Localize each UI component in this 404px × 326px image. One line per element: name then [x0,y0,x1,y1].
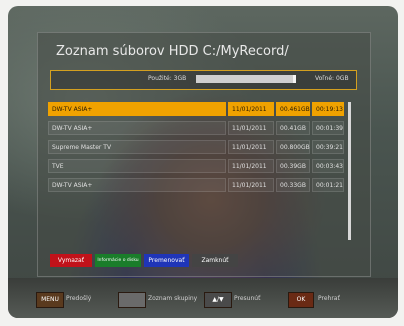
file-row[interactable]: DW-TV ASIA+ 11/01/2011 00.461GB 00:19:13 [48,102,344,116]
file-duration: 00:39:21 [312,140,344,154]
file-name: Supreme Master TV [48,140,226,154]
file-duration: 00:01:39 [312,121,344,135]
file-date: 11/01/2011 [228,102,274,116]
file-row[interactable]: TVE 11/01/2011 00.39GB 00:03:43 [48,159,344,173]
arrows-hint-label: Presunúť [234,295,261,302]
file-size: 00.41GB [276,121,310,135]
disk-usage-bar [196,75,296,83]
file-size: 00.39GB [276,159,310,173]
file-size: 00.800GB [276,140,310,154]
ok-hint-label: Prehrať [318,295,340,302]
list-scrollbar[interactable] [348,102,351,240]
file-row[interactable]: Supreme Master TV 11/01/2011 00.800GB 00… [48,140,344,154]
file-name: DW-TV ASIA+ [48,102,226,116]
file-row[interactable]: DW-TV ASIA+ 11/01/2011 00.33GB 00:01:21 [48,178,344,192]
page-title: Zoznam súborov HDD C:/MyRecord/ [56,44,289,59]
rename-button[interactable]: Premenovať [144,254,189,267]
file-row[interactable]: DW-TV ASIA+ 11/01/2011 00.41GB 00:01:39 [48,121,344,135]
file-list: DW-TV ASIA+ 11/01/2011 00.461GB 00:19:13… [48,102,351,242]
arrows-key[interactable]: ▲/▼ [204,292,232,308]
file-size: 00.461GB [276,102,310,116]
file-date: 11/01/2011 [228,159,274,173]
used-space-label: Použité: 3GB [148,75,187,82]
file-date: 11/01/2011 [228,140,274,154]
ok-key[interactable]: OK [288,292,314,308]
disk-info-button[interactable]: Informácie o disku [95,254,141,267]
disk-usage-fill [196,75,293,83]
file-size: 00.33GB [276,178,310,192]
file-date: 11/01/2011 [228,178,274,192]
lock-button[interactable]: Zamknúť [192,254,238,267]
delete-button[interactable]: Vymazať [50,254,92,267]
file-name: TVE [48,159,226,173]
list-group-key[interactable] [118,292,146,308]
file-name: DW-TV ASIA+ [48,178,226,192]
free-space-label: Voľné: 0GB [315,75,349,82]
menu-hint-label: Predošlý [66,295,92,302]
file-duration: 00:19:13 [312,102,344,116]
disk-usage-box: Použité: 3GB Voľné: 0GB [50,70,357,90]
file-name: DW-TV ASIA+ [48,121,226,135]
file-date: 11/01/2011 [228,121,274,135]
file-duration: 00:03:43 [312,159,344,173]
menu-key[interactable]: MENU [36,292,64,308]
list-group-hint-label: Zoznam skupiny [148,295,198,302]
file-duration: 00:01:21 [312,178,344,192]
